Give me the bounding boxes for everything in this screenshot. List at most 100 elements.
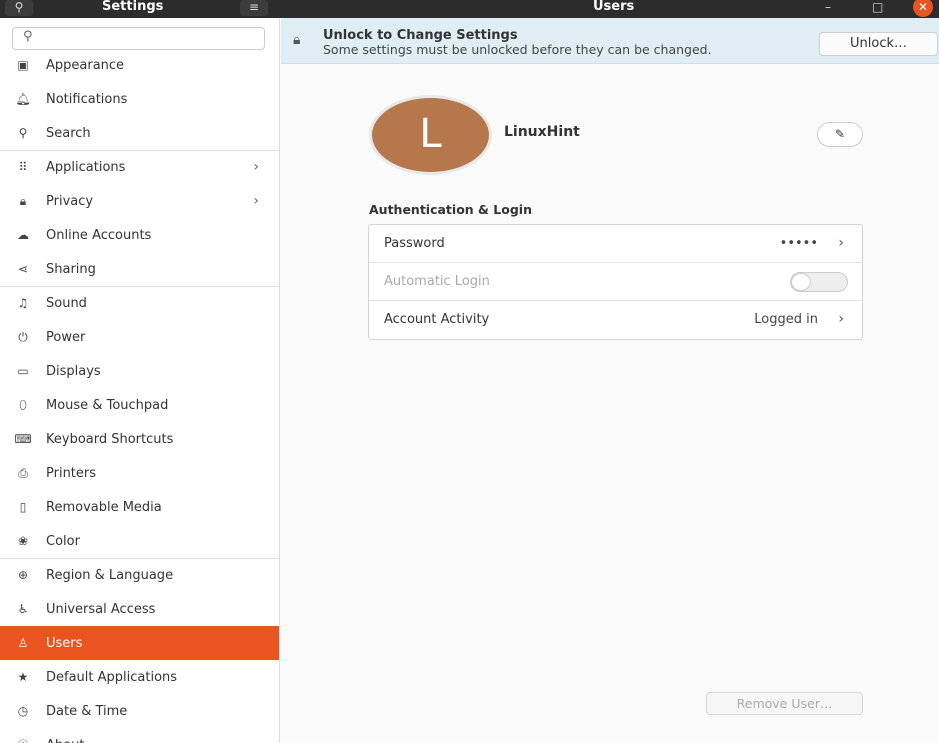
sidebar-item-mouse-touchpad[interactable]: ⬯ Mouse & Touchpad bbox=[0, 388, 279, 422]
account-activity-value: Logged in bbox=[754, 312, 818, 327]
menu-button[interactable]: ≡ bbox=[240, 0, 268, 16]
user-icon: ♙ bbox=[17, 636, 29, 650]
sidebar-item-label: Removable Media bbox=[46, 499, 162, 515]
sidebar-item-sound[interactable]: ♫ Sound bbox=[0, 286, 279, 320]
sidebar-item-sharing[interactable]: ⋖ Sharing bbox=[0, 252, 279, 286]
sidebar-item-label: Keyboard Shortcuts bbox=[46, 431, 174, 447]
info-icon: ⓘ bbox=[0, 737, 46, 743]
password-label: Password bbox=[384, 236, 445, 251]
sidebar-item-label: Online Accounts bbox=[46, 227, 152, 243]
password-row[interactable]: Password ••••• › bbox=[369, 225, 862, 263]
media-icon: ▯ bbox=[19, 500, 27, 514]
hamburger-icon: ≡ bbox=[248, 0, 260, 14]
banner-title: Unlock to Change Settings bbox=[323, 28, 518, 43]
sidebar-item-color[interactable]: ❀ Color bbox=[0, 524, 279, 558]
sidebar-item-applications[interactable]: ⠿ Applications › bbox=[0, 150, 279, 184]
sidebar-item-displays[interactable]: ▭ Displays bbox=[0, 354, 279, 388]
automatic-login-label: Automatic Login bbox=[384, 274, 490, 289]
globe-icon: ⊕ bbox=[17, 568, 29, 582]
maximize-button[interactable]: □ bbox=[872, 0, 883, 14]
cloud-icon: ☁ bbox=[17, 228, 29, 242]
sidebar-item-region-language[interactable]: ⊕ Region & Language bbox=[0, 558, 279, 592]
chevron-right-icon: › bbox=[838, 311, 844, 327]
sidebar-title: Settings bbox=[102, 0, 164, 14]
auth-list: Password ••••• › Automatic Login Account… bbox=[368, 224, 863, 340]
header-bar: ⚲ Settings ≡ Users – □ ✕ bbox=[0, 0, 939, 18]
power-icon: ⏻ bbox=[18, 329, 28, 344]
sidebar-item-about[interactable]: ⓘAbout bbox=[0, 728, 279, 743]
page-title: Users bbox=[593, 0, 635, 14]
music-note-icon: ♫ bbox=[17, 296, 29, 310]
user-name[interactable]: LinuxHint bbox=[504, 124, 580, 140]
account-activity-label: Account Activity bbox=[384, 312, 490, 327]
sidebar-item-appearance[interactable]: ▣ Appearance bbox=[0, 48, 279, 82]
pencil-icon: ✎ bbox=[834, 127, 846, 141]
search-icon: ⚲ bbox=[23, 29, 33, 44]
sidebar-item-label: Universal Access bbox=[46, 601, 156, 617]
automatic-login-row: Automatic Login bbox=[369, 263, 862, 301]
search-icon: ⚲ bbox=[18, 126, 28, 140]
sidebar-item-notifications[interactable]: 🔔︎ Notifications bbox=[0, 82, 279, 116]
appearance-icon: ▣ bbox=[17, 58, 29, 72]
close-button[interactable]: ✕ bbox=[913, 0, 933, 17]
sidebar-item-printers[interactable]: ⎙ Printers bbox=[0, 456, 279, 490]
sidebar-item-date-time[interactable]: ◷ Date & Time bbox=[0, 694, 279, 728]
printer-icon: ⎙ bbox=[18, 465, 28, 480]
sidebar-item-label: Color bbox=[46, 533, 80, 549]
sidebar-item-universal-access[interactable]: ♿︎ Universal Access bbox=[0, 592, 279, 626]
sidebar-item-label: About bbox=[46, 738, 84, 743]
sidebar-item-privacy[interactable]: 🔒︎ Privacy › bbox=[0, 184, 279, 218]
section-heading: Authentication & Login bbox=[369, 202, 532, 217]
sidebar-item-label: Search bbox=[46, 125, 91, 141]
sidebar-item-removable-media[interactable]: ▯ Removable Media bbox=[0, 490, 279, 524]
lock-icon: 🔒︎ bbox=[293, 32, 301, 48]
sidebar-item-users[interactable]: ♙ Users bbox=[0, 626, 279, 660]
close-icon: ✕ bbox=[917, 0, 929, 14]
sidebar: ⚲ ▣ Appearance 🔔︎ Notifications ⚲ Search ⠿ Appl… bbox=[0, 18, 280, 743]
sidebar-item-label: Date & Time bbox=[46, 703, 128, 719]
minimize-button[interactable]: – bbox=[825, 0, 831, 14]
search-button[interactable]: ⚲ bbox=[5, 0, 33, 16]
sidebar-item-search[interactable]: ⚲ Search bbox=[0, 116, 279, 150]
chevron-right-icon: › bbox=[253, 159, 259, 175]
accessibility-icon: ♿︎ bbox=[17, 602, 29, 616]
display-icon: ▭ bbox=[17, 364, 29, 378]
automatic-login-toggle[interactable] bbox=[790, 272, 848, 292]
sidebar-item-default-applications[interactable]: ★ Default Applications bbox=[0, 660, 279, 694]
remove-user-button[interactable]: Remove User… bbox=[706, 692, 863, 715]
color-icon: ❀ bbox=[17, 534, 29, 548]
sidebar-item-label: Notifications bbox=[46, 91, 128, 107]
sidebar-item-label: Appearance bbox=[46, 57, 125, 73]
edit-name-button[interactable]: ✎ bbox=[817, 122, 863, 147]
password-value: ••••• bbox=[779, 236, 818, 251]
sidebar-search-input[interactable]: ⚲ bbox=[12, 27, 265, 50]
keyboard-icon: ⌨ bbox=[14, 432, 32, 446]
bell-icon: 🔔︎ bbox=[15, 92, 31, 106]
sidebar-item-label: Applications bbox=[46, 159, 126, 175]
sidebar-item-label: Sharing bbox=[46, 261, 96, 277]
clock-icon: ◷ bbox=[17, 704, 29, 718]
account-activity-row[interactable]: Account Activity Logged in › bbox=[369, 301, 862, 339]
sidebar-item-label: Users bbox=[46, 635, 83, 651]
star-icon: ★ bbox=[17, 670, 29, 684]
sidebar-item-label: Power bbox=[46, 329, 86, 345]
sidebar-item-keyboard-shortcuts[interactable]: ⌨ Keyboard Shortcuts bbox=[0, 422, 279, 456]
sidebar-item-power[interactable]: ⏻ Power bbox=[0, 320, 279, 354]
sidebar-item-label: Displays bbox=[46, 363, 101, 379]
chevron-right-icon: › bbox=[253, 193, 259, 209]
unlock-button[interactable]: Unlock… bbox=[819, 32, 938, 56]
banner-subtitle: Some settings must be unlocked before th… bbox=[323, 42, 712, 57]
apps-grid-icon: ⠿ bbox=[18, 160, 28, 174]
sidebar-item-label: Sound bbox=[46, 295, 87, 311]
search-icon: ⚲ bbox=[14, 0, 24, 14]
lock-icon: 🔒︎ bbox=[19, 193, 27, 208]
mouse-icon: ⬯ bbox=[19, 397, 27, 412]
chevron-right-icon: › bbox=[838, 235, 844, 251]
sidebar-item-label: Printers bbox=[46, 465, 97, 481]
avatar[interactable]: L bbox=[369, 95, 492, 175]
sidebar-item-label: Mouse & Touchpad bbox=[46, 397, 169, 413]
sidebar-item-online-accounts[interactable]: ☁ Online Accounts bbox=[0, 218, 279, 252]
share-icon: ⋖ bbox=[17, 262, 29, 276]
sidebar-item-label: Region & Language bbox=[46, 567, 174, 583]
sidebar-item-label: Privacy bbox=[46, 193, 94, 209]
